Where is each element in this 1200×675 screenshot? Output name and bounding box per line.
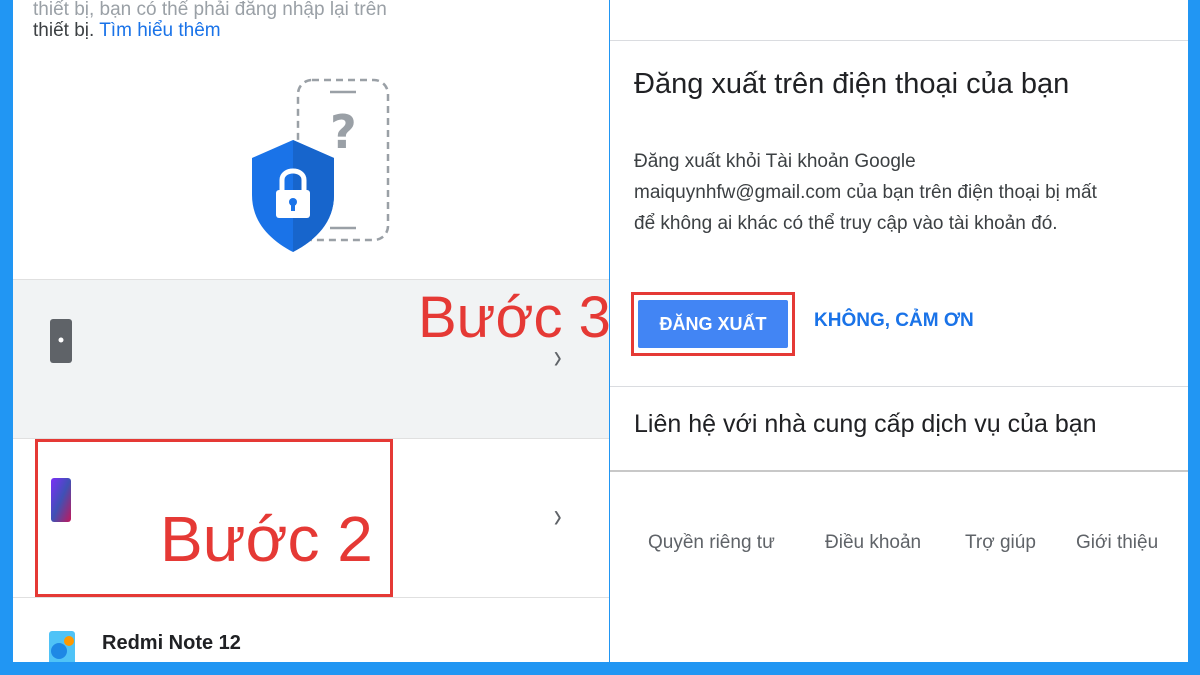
- description-line: để không ai khác có thể truy cập vào tài…: [634, 213, 1058, 234]
- device-row-redmi[interactable]: Redmi Note 12: [13, 597, 609, 662]
- learn-more-link[interactable]: Tìm hiểu thêm: [99, 20, 220, 41]
- page-title: Đăng xuất trên điện thoại của bạn: [634, 68, 1070, 100]
- info-text-prefix: thiết bị.: [33, 20, 100, 41]
- device-name: Redmi Note 12: [102, 632, 241, 654]
- step-2-label: Bước 2: [160, 503, 373, 575]
- iphone-icon: [50, 319, 72, 363]
- divider: [610, 386, 1188, 387]
- description-line: maiquynhfw@gmail.com của bạn trên điện t…: [634, 182, 1097, 203]
- footer-link-about[interactable]: Giới thiệu: [1076, 532, 1158, 554]
- svg-text:?: ?: [330, 105, 357, 159]
- redmi-phone-icon: [49, 631, 75, 662]
- chevron-right-icon: ›: [553, 497, 562, 535]
- security-illustration: ?: [252, 78, 390, 252]
- device-row-android[interactable]: Bước 2 ›: [13, 438, 609, 597]
- description: Đăng xuất khỏi Tài khoản Google maiquynh…: [634, 146, 1184, 239]
- info-text: thiết bị, bạn có thể phải đăng nhập lại …: [33, 0, 387, 42]
- divider: [610, 470, 1188, 472]
- no-thanks-button[interactable]: KHÔNG, CẢM ƠN: [814, 310, 974, 332]
- sign-out-button[interactable]: ĐĂNG XUẤT: [638, 300, 788, 348]
- footer-link-help[interactable]: Trợ giúp: [965, 532, 1036, 554]
- footer-link-privacy[interactable]: Quyền riêng tư: [648, 532, 775, 554]
- divider: [610, 40, 1188, 41]
- clipped-text: thiết bị, bạn có thể phải đăng nhập lại …: [33, 0, 387, 20]
- description-line: Đăng xuất khỏi Tài khoản Google: [634, 151, 916, 172]
- contact-heading: Liên hệ với nhà cung cấp dịch vụ của bạn: [634, 410, 1097, 438]
- step-3-label: Bước 3: [418, 285, 611, 350]
- sign-out-panel: Đăng xuất trên điện thoại của bạn Đăng x…: [610, 0, 1188, 662]
- footer-link-terms[interactable]: Điều khoản: [825, 532, 921, 554]
